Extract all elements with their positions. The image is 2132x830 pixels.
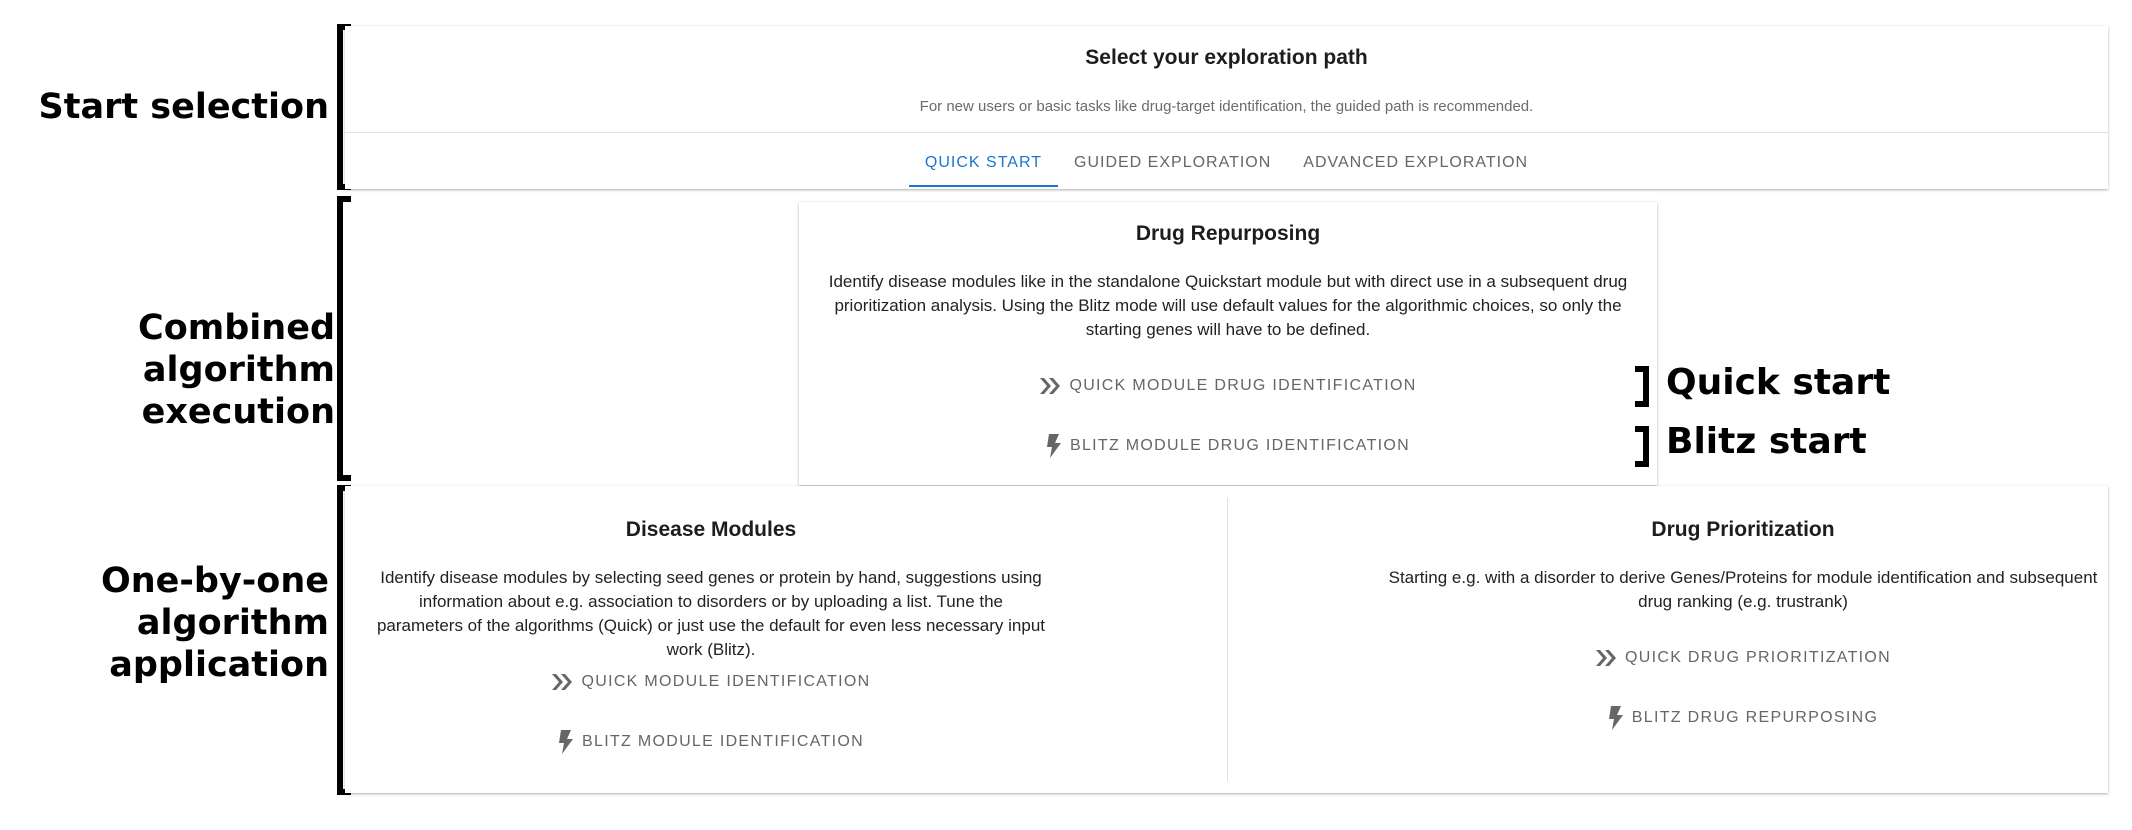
annotation-onebyone: One-by-one algorithm application xyxy=(101,560,329,686)
annotation-onebyone-line3: application xyxy=(109,645,329,685)
annotation-start-selection-text: Start selection xyxy=(38,87,329,127)
annotation-combined-line2: execution xyxy=(141,392,335,432)
quick-module-identification-label: Quick Module Identification xyxy=(581,673,871,690)
blitz-module-drug-identification-button[interactable]: Blitz Module Drug Identification xyxy=(799,426,1657,466)
drug-repurposing-description: Identify disease modules like in the sta… xyxy=(828,272,1628,339)
bracket-blitz-start xyxy=(1635,426,1649,467)
tab-guided-exploration[interactable]: Guided Exploration xyxy=(1058,133,1287,193)
quick-module-identification-button[interactable]: Quick Module Identification xyxy=(345,662,1077,702)
disease-modules-title: Disease Modules xyxy=(625,518,797,541)
annotation-quick-start: Quick start xyxy=(1666,362,1891,403)
quick-drug-prioritization-label: Quick Drug Prioritization xyxy=(1625,649,1891,666)
exploration-path-title: Select your exploration path xyxy=(1085,46,1368,69)
quick-drug-prioritization-button[interactable]: Quick Drug Prioritization xyxy=(1378,638,2108,678)
column-divider xyxy=(1227,498,1228,781)
algorithm-application-card: Disease Modules Identify disease modules… xyxy=(345,486,2108,793)
drug-prioritization-title: Drug Prioritization xyxy=(1651,518,1835,541)
drug-prioritization-panel: Drug Prioritization Starting e.g. with a… xyxy=(1378,486,2108,793)
disease-modules-description: Identify disease modules by selecting se… xyxy=(376,568,1046,659)
blitz-module-identification-button[interactable]: Blitz Module Identification xyxy=(345,722,1077,762)
double-chevron-right-icon xyxy=(1596,650,1616,666)
exploration-tabs: Quick Start Guided Exploration Advanced … xyxy=(345,132,2108,193)
drug-prioritization-description: Starting e.g. with a disorder to derive … xyxy=(1388,568,2098,611)
bracket-quick-start xyxy=(1635,366,1649,407)
annotation-onebyone-line2: algorithm xyxy=(136,603,329,643)
exploration-path-subtitle: For new users or basic tasks like drug-t… xyxy=(919,98,1534,115)
double-chevron-right-icon xyxy=(552,674,573,690)
bracket-combined xyxy=(337,196,351,481)
blitz-drug-repurposing-label: Blitz Drug Repurposing xyxy=(1631,709,1879,726)
lightning-bolt-icon xyxy=(1608,706,1623,730)
exploration-path-card: Select your exploration path For new use… xyxy=(345,26,2108,189)
disease-modules-panel: Disease Modules Identify disease modules… xyxy=(345,486,1077,793)
annotation-combined-line1: Combined algorithm xyxy=(138,308,335,390)
blitz-drug-repurposing-button[interactable]: Blitz Drug Repurposing xyxy=(1378,698,2108,738)
tab-advanced-exploration[interactable]: Advanced Exploration xyxy=(1287,133,1544,193)
tab-quick-start[interactable]: Quick Start xyxy=(908,133,1059,193)
quick-module-drug-identification-label: Quick Module Drug Identification xyxy=(1069,377,1417,394)
blitz-module-drug-identification-label: Blitz Module Drug Identification xyxy=(1070,437,1410,454)
lightning-bolt-icon xyxy=(559,730,574,754)
lightning-bolt-icon xyxy=(1047,434,1061,458)
drug-repurposing-card: Drug Repurposing Identify disease module… xyxy=(799,202,1657,485)
double-chevron-right-icon xyxy=(1040,378,1061,394)
annotation-start-selection: Start selection xyxy=(39,86,329,128)
annotation-blitz-start: Blitz start xyxy=(1666,421,1867,462)
annotation-combined: Combined algorithm execution xyxy=(0,307,335,433)
blitz-module-identification-label: Blitz Module Identification xyxy=(582,733,864,750)
drug-repurposing-title: Drug Repurposing xyxy=(1135,222,1321,245)
quick-module-drug-identification-button[interactable]: Quick Module Drug Identification xyxy=(799,366,1657,406)
annotation-onebyone-line1: One-by-one xyxy=(100,561,329,601)
